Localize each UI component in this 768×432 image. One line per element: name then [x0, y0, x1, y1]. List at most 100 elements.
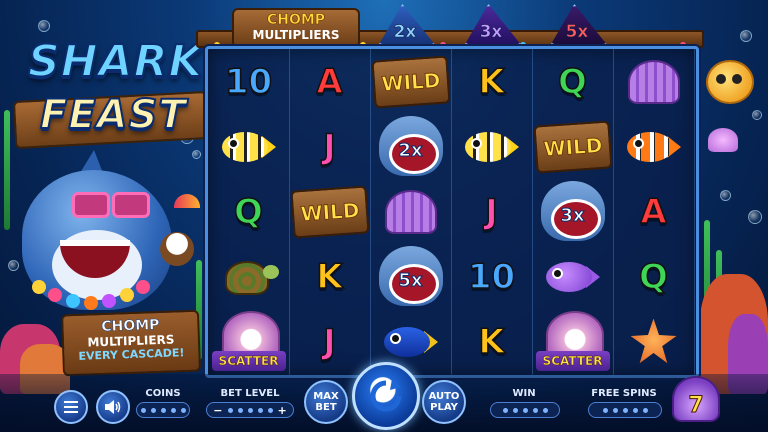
- reel-grid: 10 Q SCATTER A J WILD K J WILD 2x 5x K J 10 K Q WILD 3x SC…: [205, 46, 699, 378]
- symbol-a: A: [316, 61, 344, 102]
- reel-cell: [613, 49, 694, 114]
- reel-cell: J: [451, 179, 532, 244]
- multiplier-badge-3x: 3x: [456, 4, 526, 48]
- reel-column: Q WILD 3x SCATTER: [532, 49, 614, 375]
- symbol-a: A: [640, 191, 668, 232]
- symbol-j: J: [322, 321, 336, 362]
- seashell-icon: [384, 189, 437, 234]
- starfish-icon: [630, 318, 677, 364]
- reel-cell: [532, 244, 613, 309]
- chomp-multiplier-label: 3x: [560, 204, 585, 226]
- symbol-k: K: [478, 61, 506, 102]
- reel-column: AQ: [613, 49, 695, 375]
- clownfish-icon: [623, 128, 685, 166]
- reel-cell: SCATTER: [532, 309, 613, 374]
- chomp-multiplier-label: 5x: [398, 269, 423, 291]
- bet-decrease-button[interactable]: −: [213, 404, 222, 417]
- max-bet-button[interactable]: MAX BET: [304, 380, 348, 424]
- pufferfish-icon: [706, 60, 754, 104]
- menu-icon: [64, 401, 78, 413]
- auto-play-button[interactable]: AUTO PLAY: [422, 380, 466, 424]
- angelfish-icon: [218, 128, 280, 166]
- reel-cell: [613, 114, 694, 179]
- reel-cell: 5x: [370, 244, 451, 309]
- sea-turtle-icon: [215, 255, 283, 299]
- reel-column: A J WILD K J: [289, 49, 371, 375]
- symbol-10: 10: [224, 61, 273, 102]
- scatter-label: SCATTER: [535, 350, 610, 371]
- seashell-icon: [627, 59, 680, 104]
- reel-cell: WILD: [532, 114, 613, 179]
- reel-cell: 2x: [370, 114, 451, 179]
- promo-sign: CHOMP MULTIPLIERS EVERY CASCADE!: [60, 309, 202, 377]
- free-spins-label: FREE SPINS: [591, 388, 657, 399]
- refresh-arrow-icon: [370, 379, 402, 412]
- bet-level-label: BET LEVEL: [220, 388, 280, 399]
- symbol-j: J: [484, 191, 498, 232]
- symbol-chomp-shark-2x: 2x: [375, 115, 447, 178]
- symbol-scatter: SCATTER: [211, 310, 286, 373]
- reel-cell: WILD: [289, 179, 370, 244]
- bluefish-icon: [380, 323, 442, 361]
- symbol-k: K: [316, 256, 344, 297]
- win-display: [490, 402, 560, 418]
- reel-cell: [613, 309, 694, 374]
- cocktail-umbrella-icon: [174, 194, 200, 208]
- win-label: WIN: [512, 388, 536, 399]
- reel-cell: A: [289, 49, 370, 114]
- symbol-j: J: [322, 126, 336, 167]
- reel-cell: Q: [208, 179, 289, 244]
- symbol-q: Q: [638, 256, 668, 297]
- symbol-wild: WILD: [289, 184, 370, 239]
- reel-cell: J: [289, 309, 370, 374]
- symbol-q: Q: [557, 61, 587, 102]
- shark-mascot: [12, 150, 200, 320]
- reel-cell: 10: [451, 244, 532, 309]
- symbol-10: 10: [467, 256, 516, 297]
- auto-play-label: AUTO PLAY: [428, 391, 460, 413]
- spin-button[interactable]: [352, 362, 420, 430]
- bet-level-display: − +: [206, 402, 294, 418]
- bet-increase-button[interactable]: +: [278, 404, 287, 417]
- max-bet-label: MAX BET: [313, 391, 339, 413]
- wild-label: WILD: [542, 132, 603, 161]
- reel-cell: SCATTER: [208, 309, 289, 374]
- angelfish-icon: [461, 128, 523, 166]
- reel-cell: A: [613, 179, 694, 244]
- scatter-label: SCATTER: [211, 350, 286, 371]
- reel-cell: 10: [208, 49, 289, 114]
- banner-line1: CHOMP: [266, 12, 326, 28]
- reel-cell: 3x: [532, 179, 613, 244]
- reel-cell: K: [451, 49, 532, 114]
- multiplier-label: 5x: [565, 22, 589, 43]
- symbol-wild: WILD: [370, 54, 451, 109]
- purplefish-icon: [542, 258, 604, 296]
- jellyfish-icon: [708, 128, 738, 152]
- sunglasses-icon: [72, 192, 152, 218]
- reel-cell: WILD: [370, 49, 451, 114]
- chomp-multipliers-banner: CHOMP MULTIPLIERS: [232, 8, 360, 48]
- reel-column: WILD 2x 5x: [370, 49, 452, 375]
- symbol-k: K: [478, 321, 506, 362]
- multiplier-badge-2x: 2x: [370, 4, 440, 48]
- coconut-drink-icon: [160, 232, 194, 266]
- banner-line2: MULTIPLIERS: [252, 28, 340, 42]
- reel-column: 10 Q SCATTER: [208, 49, 290, 375]
- chomp-multiplier-label: 2x: [398, 139, 423, 161]
- sound-button[interactable]: [96, 390, 130, 424]
- coins-display[interactable]: [136, 402, 190, 418]
- flower-lei: [32, 272, 152, 312]
- menu-button[interactable]: [54, 390, 88, 424]
- logo-title-line1: SHARK: [27, 35, 204, 88]
- free-spins-display: [588, 402, 662, 418]
- multiplier-badge-5x: 5x: [542, 4, 612, 48]
- wild-label: WILD: [299, 197, 360, 226]
- coins-label: COINS: [145, 388, 181, 399]
- symbol-chomp-shark-3x: 3x: [537, 180, 609, 243]
- symbol-scatter: SCATTER: [535, 310, 610, 373]
- free-spins-count: 7: [688, 393, 704, 419]
- reel-cell: [208, 244, 289, 309]
- reel-cell: K: [451, 309, 532, 374]
- logo-title-line2: FEAST: [39, 91, 187, 139]
- symbol-chomp-shark-5x: 5x: [375, 245, 447, 308]
